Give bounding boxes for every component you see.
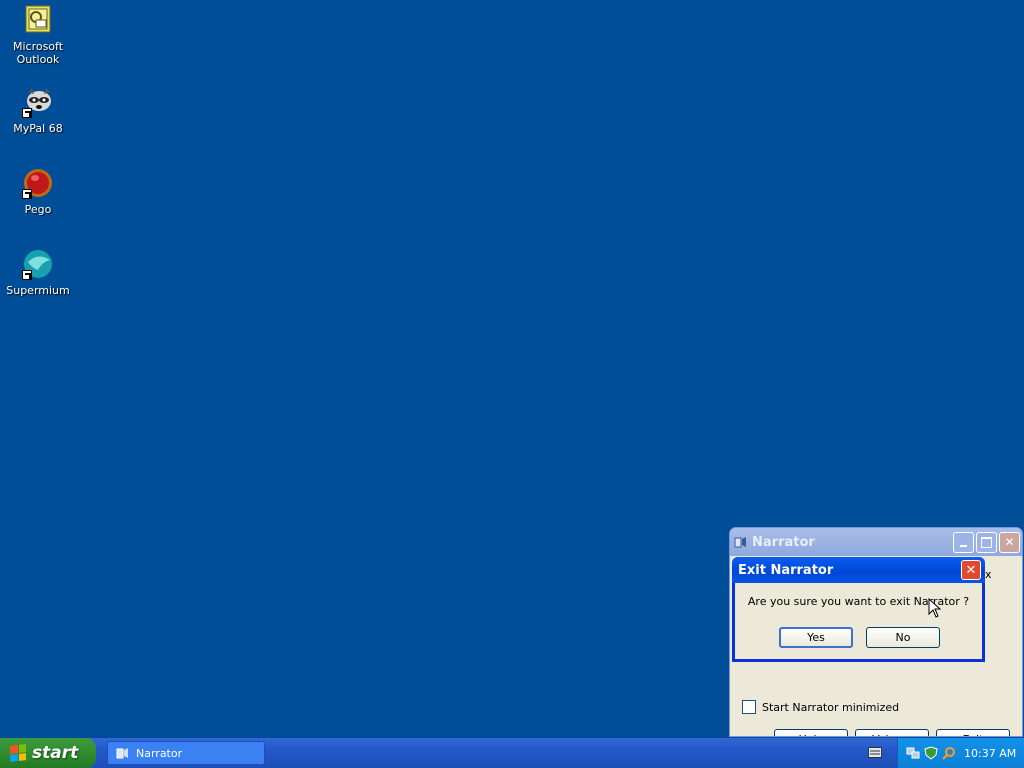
start-minimized-checkbox[interactable] bbox=[742, 700, 756, 714]
yes-button[interactable]: Yes bbox=[779, 627, 853, 648]
keyboard-language-icon[interactable] bbox=[868, 747, 882, 758]
start-minimized-row[interactable]: Start Narrator minimized bbox=[742, 700, 899, 714]
dialog-titlebar[interactable]: Exit Narrator ✕ bbox=[732, 557, 985, 583]
close-button[interactable]: ✕ bbox=[999, 531, 1020, 553]
taskbar-item-label: Narrator bbox=[136, 746, 183, 760]
partially-hidden-text: x bbox=[985, 568, 992, 581]
desktop-icon-label: MyPal 68 bbox=[13, 122, 63, 135]
narrator-window-title: Narrator bbox=[752, 534, 815, 550]
taskbar: start Narrator 10:37 AM bbox=[0, 738, 1024, 768]
network-icon[interactable] bbox=[906, 746, 920, 760]
desktop-icon-label: Microsoft Outlook bbox=[12, 40, 64, 66]
supermium-globe-icon bbox=[22, 248, 54, 280]
windows-flag-icon bbox=[10, 744, 26, 762]
start-label: start bbox=[32, 743, 79, 763]
narrator-app-icon bbox=[116, 748, 128, 759]
maximize-button[interactable] bbox=[976, 531, 997, 553]
dialog-close-button[interactable]: ✕ bbox=[961, 560, 981, 580]
start-minimized-label: Start Narrator minimized bbox=[762, 700, 900, 714]
narrator-app-icon bbox=[734, 537, 746, 548]
magnifier-icon[interactable] bbox=[942, 746, 956, 760]
dialog-title: Exit Narrator bbox=[738, 562, 834, 578]
desktop-icon-mypal[interactable]: MyPal 68 bbox=[0, 86, 76, 135]
minimize-button[interactable] bbox=[953, 531, 974, 553]
minimize-icon bbox=[960, 545, 967, 547]
exit-narrator-dialog: Exit Narrator ✕ Are you sure you want to… bbox=[732, 557, 985, 662]
voice-button[interactable]: Voice... bbox=[855, 729, 929, 736]
close-icon: ✕ bbox=[1004, 535, 1015, 549]
taskbar-item-narrator[interactable]: Narrator bbox=[107, 741, 265, 765]
help-button[interactable]: Help bbox=[774, 729, 848, 736]
desktop-icon-outlook[interactable]: Microsoft Outlook bbox=[0, 4, 76, 66]
no-button[interactable]: No bbox=[866, 627, 940, 648]
system-tray: 10:37 AM bbox=[897, 738, 1024, 768]
close-icon: ✕ bbox=[965, 562, 977, 578]
exit-button[interactable]: Exit bbox=[936, 729, 1010, 736]
desktop-icon-pego[interactable]: Pego bbox=[0, 167, 76, 216]
mypal-raccoon-icon bbox=[22, 86, 54, 118]
desktop-icon-label: Pego bbox=[24, 203, 52, 216]
clock[interactable]: 10:37 AM bbox=[964, 747, 1016, 760]
pego-red-sphere-icon bbox=[22, 167, 54, 199]
shortcut-arrow-icon bbox=[22, 108, 32, 118]
mouse-pointer-icon bbox=[928, 598, 942, 618]
start-button[interactable]: start bbox=[0, 738, 96, 768]
desktop-icon-label: Supermium bbox=[6, 284, 70, 297]
desktop-icon-supermium[interactable]: Supermium bbox=[0, 248, 76, 297]
security-shield-icon[interactable] bbox=[924, 746, 938, 760]
outlook-icon bbox=[22, 4, 54, 36]
narrator-titlebar[interactable]: Narrator ✕ bbox=[730, 528, 1022, 556]
maximize-icon bbox=[981, 536, 992, 548]
dialog-message: Are you sure you want to exit Narrator ? bbox=[747, 595, 970, 608]
shortcut-arrow-icon bbox=[22, 270, 32, 280]
shortcut-arrow-icon bbox=[22, 189, 32, 199]
